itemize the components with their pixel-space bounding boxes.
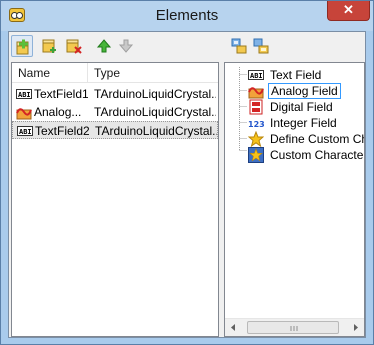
custom-character-field-icon — [248, 147, 264, 163]
scroll-left-button[interactable] — [225, 319, 242, 336]
client-area: Name Type ABI TextField1 TArduinoLiquidC… — [8, 31, 366, 338]
field-type-tree[interactable]: ABI Text Field Analog Field Digital Fiel… — [224, 62, 365, 337]
new-box-icon — [16, 39, 29, 55]
tree-item-label: Text Field — [270, 68, 322, 82]
elements-list[interactable]: Name Type ABI TextField1 TArduinoLiquidC… — [11, 62, 219, 337]
list-header: Name Type — [12, 63, 218, 83]
tree-item-label: Analog Field — [268, 83, 341, 99]
title-bar[interactable]: Elements ✕ — [1, 1, 373, 31]
move-down-button[interactable] — [115, 35, 137, 57]
list-row-selected[interactable]: ABI TextField2 TArduinoLiquidCrystal... — [12, 121, 218, 139]
add-element-button[interactable] — [11, 35, 33, 57]
expand-all-button[interactable] — [228, 35, 250, 57]
tree-item-custom-character-field[interactable]: Custom Character Fi — [225, 147, 364, 163]
tree-item-label: Digital Field — [270, 100, 333, 114]
horizontal-scrollbar[interactable] — [225, 318, 364, 336]
text-field-icon-label: ABI — [18, 91, 31, 99]
elements-toolbar — [11, 35, 216, 57]
text-field-icon: ABI — [16, 89, 32, 99]
text-field-icon: ABI — [17, 126, 33, 136]
scroll-thumb[interactable] — [247, 321, 339, 334]
delete-element-button[interactable] — [63, 35, 85, 57]
expand-tree-icon — [231, 38, 247, 54]
row-name: TextField1 — [34, 87, 88, 101]
scroll-grip-icon — [290, 326, 298, 331]
tree-item-integer-field[interactable]: 123 Integer Field — [225, 115, 364, 131]
tree-item-label: Integer Field — [270, 116, 337, 130]
text-field-icon-label: ABI — [250, 72, 263, 80]
tree-item-label: Define Custom Chara — [270, 132, 364, 146]
tree-item-label: Custom Character Fi — [270, 148, 365, 162]
box-delete-icon — [66, 39, 82, 54]
row-name: TextField2 — [35, 124, 89, 138]
integer-field-icon: 123 — [248, 120, 264, 129]
box-add-icon — [42, 39, 56, 53]
close-button[interactable]: ✕ — [327, 1, 370, 21]
row-name: Analog... — [34, 105, 82, 119]
palette-toolbar — [228, 35, 364, 57]
window-title: Elements — [155, 7, 219, 24]
list-row[interactable]: ABI TextField1 TArduinoLiquidCrystal... — [12, 85, 218, 103]
text-field-icon: ABI — [248, 70, 264, 80]
text-field-icon-label: ABI — [19, 128, 32, 136]
arrow-up-icon — [96, 39, 112, 53]
analog-field-icon — [16, 108, 32, 120]
tree-item-define-custom-character[interactable]: Define Custom Chara — [225, 131, 364, 147]
row-type: TArduinoLiquidCrystal... — [94, 87, 216, 101]
integer-field-icon-label: 123 — [248, 120, 264, 129]
tree-item-analog-field[interactable]: Analog Field — [225, 83, 364, 99]
move-up-button[interactable] — [93, 35, 115, 57]
collapse-all-button[interactable] — [250, 35, 272, 57]
column-header-type[interactable]: Type — [88, 63, 218, 83]
star-icon — [248, 131, 264, 147]
digital-field-icon — [249, 99, 263, 115]
scroll-right-arrow-icon — [354, 324, 358, 331]
row-type: TArduinoLiquidCrystal... — [95, 124, 217, 138]
analog-field-icon — [248, 87, 264, 99]
tree-item-digital-field[interactable]: Digital Field — [225, 99, 364, 115]
elements-window: Elements ✕ Name Type ABI TextField1 TArd… — [0, 0, 374, 345]
list-row[interactable]: Analog... TArduinoLiquidCrystal... — [12, 103, 218, 121]
arrow-down-icon — [118, 39, 134, 53]
scroll-right-button[interactable] — [347, 319, 364, 336]
tree-item-text-field[interactable]: ABI Text Field — [225, 67, 364, 83]
add-child-button[interactable] — [39, 35, 61, 57]
collapse-tree-icon — [253, 38, 269, 54]
scroll-left-arrow-icon — [231, 324, 235, 331]
row-type: TArduinoLiquidCrystal... — [94, 105, 216, 119]
column-header-name[interactable]: Name — [12, 63, 88, 83]
